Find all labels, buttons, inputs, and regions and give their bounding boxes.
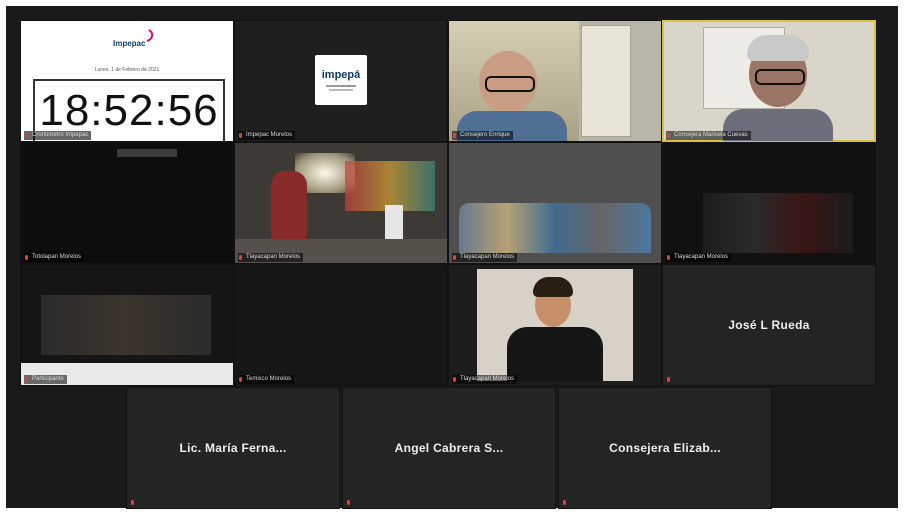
participant-label: Temixco Morelos: [238, 375, 295, 384]
dim-light: [117, 149, 177, 157]
mic-muted-icon: [24, 254, 29, 261]
impepac-logo-box: impepā: [315, 55, 367, 105]
mic-muted-icon: [452, 132, 457, 139]
mic-muted-icon: [130, 499, 135, 506]
participant-label: [346, 498, 357, 507]
dark-figures: [703, 193, 853, 253]
participant-label: Consejero Enrique: [452, 131, 513, 140]
participant-name: Tlayacapan Morelos: [460, 376, 515, 382]
video-tile-participant[interactable]: Tlayacapan Morelos: [448, 142, 662, 264]
participant-name: Tlayacapan Morelos: [246, 254, 301, 260]
participant-label: Cronómetro Impepac: [24, 131, 92, 140]
mic-muted-icon: [666, 254, 671, 261]
mic-muted-icon: [24, 376, 29, 383]
name-tile[interactable]: José L Rueda: [662, 264, 876, 386]
zoom-gallery-view: Impepac Lunes, 1 de Febrero de 2021 18:5…: [6, 6, 898, 509]
participant-label: Consejera Marisela Cuevas: [666, 131, 751, 140]
name-tile[interactable]: Lic. María Ferna...: [126, 387, 340, 509]
logo-underline-2: [329, 89, 353, 91]
video-frame: [477, 269, 633, 381]
person-hair: [747, 35, 809, 61]
participant-name: Temixco Morelos: [246, 376, 292, 382]
dim-figures: [41, 295, 211, 355]
mic-muted-icon: [452, 254, 457, 261]
video-tile-participant[interactable]: Tlayacapan Morelos: [662, 142, 876, 264]
person-glasses: [485, 76, 535, 92]
participant-label: [130, 498, 141, 507]
participant-name: Angel Cabrera S...: [394, 441, 504, 455]
mic-muted-icon: [452, 376, 457, 383]
video-tile-logo[interactable]: impepā Impepac Morelos: [234, 20, 448, 142]
participant-name: Totolapan Morelos: [32, 254, 82, 260]
participant-name: Consejero Enrique: [460, 132, 510, 138]
crowd: [459, 203, 651, 253]
mic-muted-icon: [238, 376, 243, 383]
person-glasses: [755, 69, 805, 85]
video-tile-participant[interactable]: Consejero Enrique: [448, 20, 662, 142]
participant-name: Cronómetro Impepac: [32, 132, 89, 138]
video-tile-active-speaker[interactable]: Consejera Marisela Cuevas: [662, 20, 876, 142]
participant-label: Tlayacapan Morelos: [452, 253, 518, 262]
video-tile-participant[interactable]: Participante: [20, 264, 234, 386]
name-tile[interactable]: Consejera Elizab...: [558, 387, 772, 509]
person-hair: [533, 277, 573, 297]
clock-date: Lunes, 1 de Febrero de 2021: [94, 67, 160, 73]
participant-name: Tlayacapan Morelos: [674, 254, 729, 260]
participant-label: [562, 498, 573, 507]
mic-muted-icon: [238, 254, 243, 261]
name-tile[interactable]: Angel Cabrera S...: [342, 387, 556, 509]
participant-name: Participante: [32, 376, 64, 382]
participant-label: Tlayacapan Morelos: [452, 375, 518, 384]
logo-text: Impepac: [113, 39, 146, 48]
impepac-logo: Impepac: [113, 29, 154, 53]
mic-muted-icon: [666, 132, 671, 139]
video-tile-clock[interactable]: Impepac Lunes, 1 de Febrero de 2021 18:5…: [20, 20, 234, 142]
mic-muted-icon: [24, 132, 29, 139]
speaker-figure: [271, 171, 307, 241]
mic-muted-icon: [238, 132, 243, 139]
logo-text: impepā: [321, 69, 361, 81]
chair: [385, 205, 403, 239]
participant-label: Totolapan Morelos: [24, 253, 85, 262]
participant-name: Consejera Marisela Cuevas: [674, 132, 748, 138]
background-door: [581, 25, 631, 137]
person-body: [507, 327, 603, 381]
logo-swirl-icon: [146, 29, 154, 42]
mic-muted-icon: [562, 499, 567, 506]
participant-label: Tlayacapan Morelos: [238, 253, 304, 262]
participant-name: Tlayacapan Morelos: [460, 254, 515, 260]
participant-name: Consejera Elizab...: [609, 441, 721, 455]
participant-label: Participante: [24, 375, 67, 384]
logo-underline: [326, 85, 356, 87]
clock-time: 18:52:56: [39, 86, 219, 135]
video-tile-participant[interactable]: Temixco Morelos: [234, 264, 448, 386]
participant-name: Lic. María Ferna...: [179, 441, 287, 455]
participant-label: Impepac Morelos: [238, 131, 296, 140]
mic-muted-icon: [346, 499, 351, 506]
participant-label: Tlayacapan Morelos: [666, 253, 732, 262]
participant-name: José L Rueda: [728, 318, 810, 332]
participant-name: Impepac Morelos: [246, 132, 293, 138]
video-tile-participant[interactable]: Tlayacapan Morelos: [448, 264, 662, 386]
mic-muted-icon: [666, 376, 671, 383]
video-tile-participant[interactable]: Tlayacapan Morelos: [234, 142, 448, 264]
mural: [345, 161, 435, 211]
video-tile-participant[interactable]: Totolapan Morelos: [20, 142, 234, 264]
participant-label: [666, 375, 677, 384]
